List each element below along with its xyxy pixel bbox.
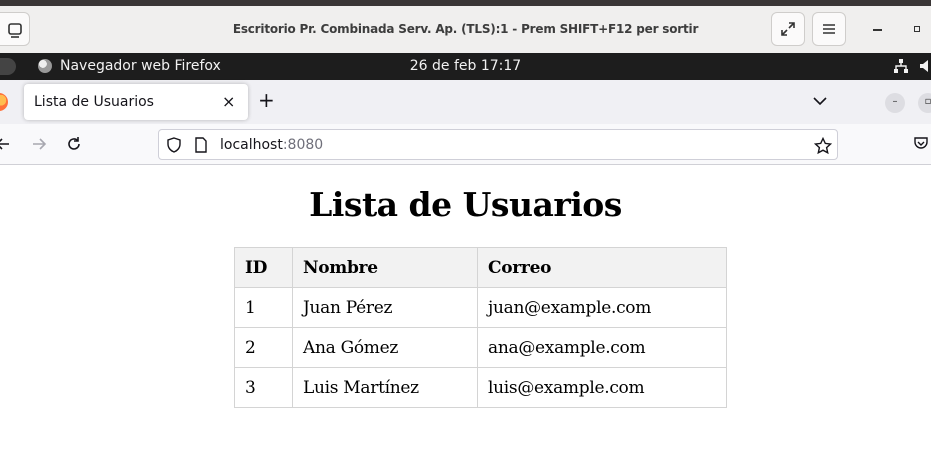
url-bar[interactable]: localhost:8080 — [158, 129, 838, 160]
pocket-icon[interactable] — [913, 135, 929, 151]
navigation-toolbar: localhost:8080 — [0, 124, 931, 165]
chevron-down-icon[interactable] — [812, 93, 828, 109]
url-host: localhost — [220, 137, 283, 153]
web-page-content: Lista de Usuarios ID Nombre Correo 1 Jua… — [0, 165, 931, 471]
gnome-top-panel: Navegador web Firefox 26 de feb 17:17 — [0, 53, 931, 80]
clock[interactable]: 26 de feb 17:17 — [0, 58, 931, 74]
new-tab-icon[interactable]: + — [258, 90, 275, 110]
cell-correo: juan@example.com — [477, 287, 727, 328]
browser-minimize-button[interactable]: – — [885, 93, 905, 113]
firefox-view-icon[interactable] — [0, 93, 8, 111]
cell-nombre: Luis Martínez — [292, 367, 478, 408]
remote-menu-button[interactable] — [812, 12, 846, 46]
browser-tab-strip: Lista de Usuarios × + – ▫ — [0, 80, 931, 124]
cell-id: 2 — [234, 327, 293, 368]
page-icon[interactable] — [194, 137, 208, 153]
url-text[interactable]: localhost:8080 — [220, 137, 323, 153]
table-row: 2 Ana Gómez ana@example.com — [234, 327, 727, 368]
url-port: :8080 — [282, 137, 324, 153]
shield-icon[interactable] — [166, 137, 182, 153]
system-tray[interactable] — [893, 58, 931, 74]
page-title: Lista de Usuarios — [309, 185, 622, 224]
cell-correo: ana@example.com — [477, 327, 727, 368]
arrow-left-icon[interactable] — [0, 135, 12, 153]
menu-icon — [823, 24, 835, 34]
cell-id: 1 — [234, 287, 293, 328]
arrow-right-icon[interactable] — [30, 135, 48, 153]
cell-id: 3 — [234, 367, 293, 408]
fullscreen-button[interactable] — [771, 12, 805, 46]
cell-correo: luis@example.com — [477, 367, 727, 408]
column-header-nombre: Nombre — [292, 247, 478, 288]
users-table: ID Nombre Correo 1 Juan Pérez juan@examp… — [234, 247, 727, 408]
tab-title: Lista de Usuarios — [34, 94, 154, 110]
minimize-button[interactable] — [873, 29, 882, 31]
star-icon[interactable] — [814, 137, 832, 155]
column-header-id: ID — [234, 247, 293, 288]
expand-icon — [781, 22, 795, 36]
close-tab-icon[interactable]: × — [222, 92, 235, 111]
cell-nombre: Ana Gómez — [292, 327, 478, 368]
reload-icon[interactable] — [65, 135, 83, 153]
network-icon — [894, 59, 908, 73]
table-row: 1 Juan Pérez juan@example.com — [234, 287, 727, 328]
remote-desktop-titlebar: Escritorio Pr. Combinada Serv. Ap. (TLS)… — [0, 0, 931, 53]
column-header-correo: Correo — [477, 247, 727, 288]
browser-restore-button[interactable]: ▫ — [918, 93, 931, 113]
cell-nombre: Juan Pérez — [292, 287, 478, 328]
table-row: 3 Luis Martínez luis@example.com — [234, 367, 727, 408]
volume-icon — [920, 60, 928, 72]
table-header-row: ID Nombre Correo — [234, 247, 727, 288]
tab-lista-de-usuarios[interactable]: Lista de Usuarios × — [24, 84, 248, 120]
maximize-button[interactable] — [914, 26, 920, 32]
